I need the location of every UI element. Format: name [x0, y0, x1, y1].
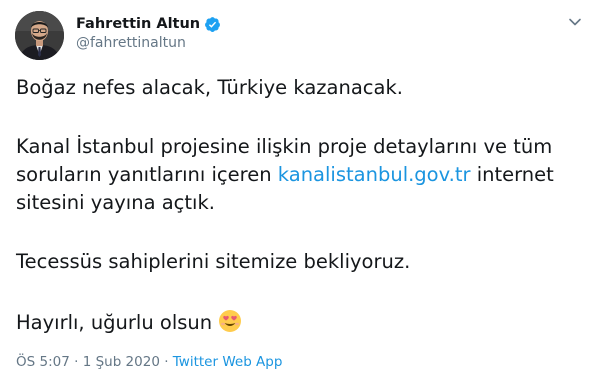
tweet-text-line: Tecessüs sahiplerini sitemize bekliyoruz…	[16, 250, 411, 273]
tweet-text-line: Hayırlı, uğurlu olsun	[16, 311, 213, 334]
tweet-text-line: Kanal İstanbul projesine ilişkin proje d…	[16, 135, 553, 158]
avatar[interactable]	[15, 11, 64, 60]
author-display-name[interactable]: Fahrettin Altun	[76, 16, 200, 32]
heart-eyes-emoji-icon	[218, 309, 242, 333]
tweet-text-paragraph: Kanal İstanbul projesine ilişkin proje d…	[16, 133, 588, 217]
meta-separator: ·	[69, 354, 83, 370]
tweet-text-fragment: internet	[470, 163, 554, 186]
tweet-source-link[interactable]: Twitter Web App	[173, 354, 283, 370]
chevron-down-icon[interactable]	[566, 13, 584, 31]
author-handle[interactable]: @fahrettinaltun	[76, 35, 186, 51]
tweet-text-line: sitesini yayına açtık.	[16, 191, 215, 214]
tweet-text-closing: Hayırlı, uğurlu olsun	[16, 309, 588, 337]
tweet-date[interactable]: 1 Şub 2020	[83, 354, 160, 370]
tweet-card: Fahrettin Altun @fahrettinaltun Boğaz ne…	[0, 0, 598, 388]
verified-badge-icon	[204, 16, 221, 33]
tweet-meta: ÖS 5:07 · 1 Şub 2020 · Twitter Web App	[16, 354, 282, 370]
tweet-text-line: Boğaz nefes alacak, Türkiye kazanacak.	[16, 76, 403, 99]
tweet-time[interactable]: ÖS 5:07	[16, 354, 70, 370]
author-name-row: Fahrettin Altun	[76, 14, 221, 34]
meta-separator: ·	[159, 354, 173, 370]
website-link[interactable]: kanalistanbul.gov.tr	[278, 163, 471, 186]
tweet-text-fragment: soruların yanıtlarını içeren	[16, 163, 278, 186]
